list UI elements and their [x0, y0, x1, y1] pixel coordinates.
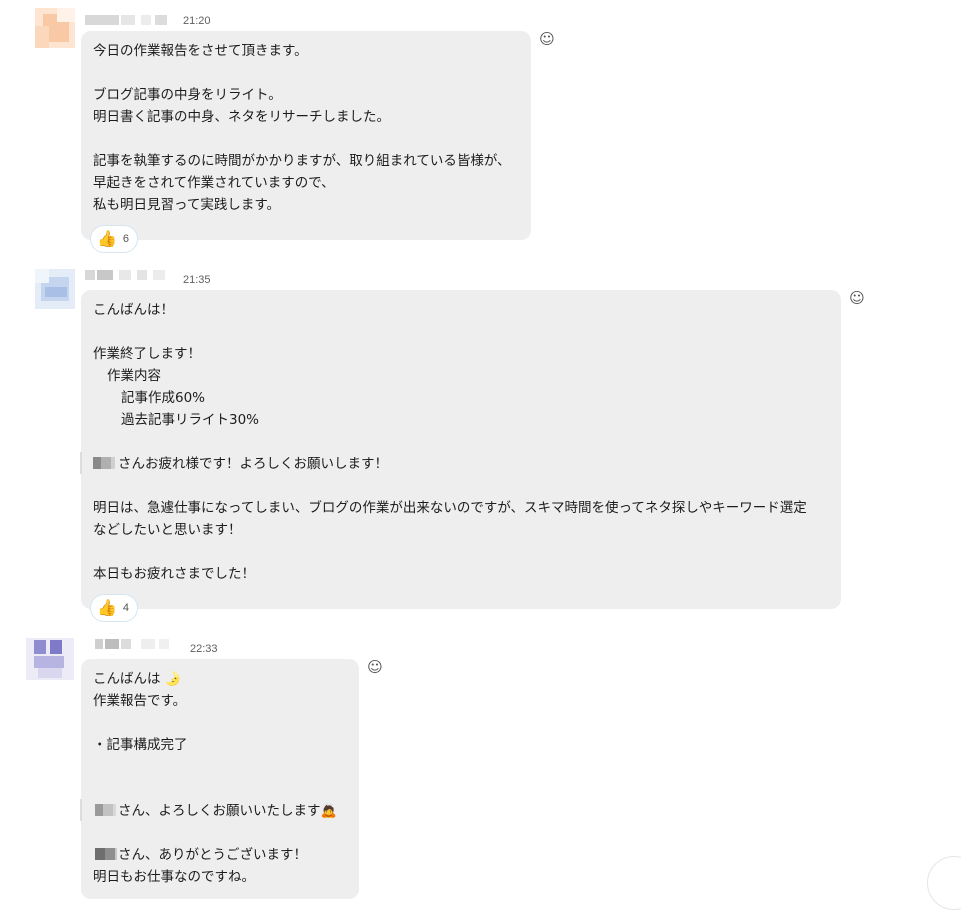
message-line: 過去記事リライト30% [121, 412, 260, 428]
message-line: 今日の作業報告をさせて頂きます。 [93, 43, 308, 59]
avatar[interactable] [26, 638, 74, 680]
mention-name[interactable] [93, 457, 117, 469]
message-line: ・記事構成完了 [93, 737, 188, 753]
message-line: 記事作成60% [121, 390, 206, 406]
avatar[interactable] [35, 269, 75, 309]
quote-bar [80, 452, 82, 474]
message-line: 作業報告です。 [93, 693, 187, 709]
thumbs-up-icon: 👍 [97, 229, 117, 248]
sender-name[interactable] [85, 638, 185, 650]
avatar[interactable] [35, 8, 75, 48]
mention-line: さん、ありがとうございます！ [93, 844, 347, 866]
reaction-count: 4 [122, 602, 130, 614]
message-line: 作業終了します！ [93, 346, 201, 362]
moon-icon: 🌛 [164, 672, 181, 687]
message-line: 明日書く記事の中身、ネタをリサーチしました。 [93, 109, 390, 125]
mention-line: さんお疲れ様です！よろしくお願いします！ [93, 453, 829, 475]
message-line: ブログ記事の中身をリライト。 [93, 87, 282, 103]
timestamp: 21:20 [183, 15, 211, 27]
reaction-thumbs-up[interactable]: 👍 6 [90, 225, 139, 253]
message-line: 早起きをされて作業されていますので、 [93, 175, 335, 191]
message-bubble: こんばんは 🌛 作業報告です。 ・記事構成完了 さん、よろしくお願いいたします🙇… [81, 659, 359, 899]
scroll-button[interactable] [927, 856, 961, 910]
message-line: こんばんは 🌛 [93, 671, 181, 687]
smiley-face-icon[interactable]: ☺ [367, 659, 383, 675]
reaction-count: 6 [122, 233, 130, 245]
thumbs-up-icon: 👍 [97, 598, 117, 617]
smiley-face-icon[interactable]: ☺ [539, 31, 555, 47]
mention-name[interactable] [93, 848, 117, 860]
quote-bar [80, 799, 82, 821]
timestamp: 21:35 [183, 274, 211, 286]
timestamp: 22:33 [190, 643, 218, 655]
message-bubble: こんばんは！ 作業終了します！ 作業内容 記事作成60% 過去記事リライト30%… [81, 290, 841, 609]
smiley-face-icon[interactable]: ☺ [849, 290, 865, 306]
message-line: などしたいと思います！ [93, 522, 242, 538]
bowing-person-icon: 🙇 [320, 804, 337, 819]
message-line: こんばんは！ [93, 302, 174, 318]
mention-name[interactable] [93, 804, 117, 816]
message-line: 作業内容 [107, 368, 161, 384]
message-line: 記事を執筆するのに時間がかかりますが、取り組まれている皆様が、 [93, 153, 511, 169]
message-line: 私も明日見習って実践します。 [93, 197, 280, 213]
message-line: 明日は、急遽仕事になってしまい、ブログの作業が出来ないのですが、スキマ時間を使っ… [93, 500, 807, 516]
message-line: 明日もお仕事なのですね。 [93, 869, 255, 885]
message-line: 本日もお疲れさまでした！ [93, 566, 255, 582]
mention-line: さん、よろしくお願いいたします🙇 [93, 800, 347, 822]
message-bubble: 今日の作業報告をさせて頂きます。 ブログ記事の中身をリライト。 明日書く記事の中… [81, 31, 531, 240]
reaction-thumbs-up[interactable]: 👍 4 [90, 594, 139, 622]
sender-name[interactable] [85, 269, 180, 281]
sender-name[interactable] [85, 14, 175, 26]
